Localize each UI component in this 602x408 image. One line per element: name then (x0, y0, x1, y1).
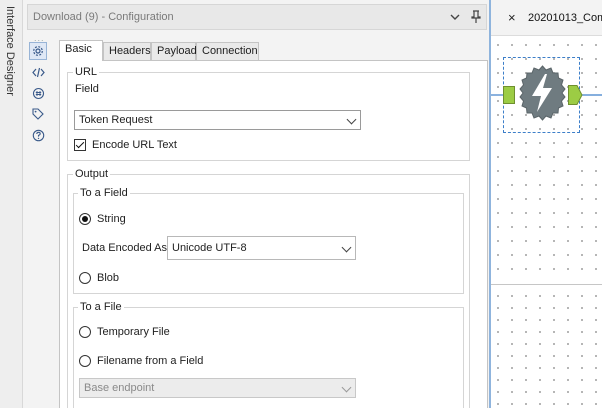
to-file-title: To a File (78, 301, 124, 313)
pin-icon[interactable] (467, 8, 485, 26)
tab-connection[interactable]: Connection (196, 42, 259, 60)
temporary-file-radio[interactable] (79, 326, 91, 338)
filename-field-select[interactable]: Base endpoint (79, 378, 356, 398)
to-file-group: To a File Temporary File Filename from a… (73, 301, 464, 408)
panel-title: Download (9) - Configuration (33, 11, 174, 23)
filename-from-field-label[interactable]: Filename from a Field (97, 355, 203, 367)
config-side-icons (29, 42, 49, 147)
tab-basic[interactable]: Basic (59, 40, 103, 61)
output-group: Output To a Field String Data Encoded As… (67, 168, 470, 408)
chevron-down-icon (341, 242, 352, 253)
output-group-title: Output (73, 168, 111, 180)
encoding-value: Unicode UTF-8 (172, 242, 247, 254)
chevron-down-icon (341, 382, 352, 393)
canvas-divider (491, 284, 602, 285)
temporary-file-label[interactable]: Temporary File (97, 326, 170, 338)
blob-radio[interactable] (79, 272, 91, 284)
lightning-bolt-icon[interactable] (514, 64, 571, 124)
tab-headers[interactable]: Headers (103, 42, 151, 60)
workflow-tab-name[interactable]: 20201013_Comm (528, 12, 602, 24)
output-anchor[interactable] (568, 85, 583, 105)
filename-from-field-radio[interactable] (79, 355, 91, 367)
gear-icon[interactable] (29, 42, 47, 60)
workflow-tab[interactable]: × 20201013_Comm (491, 0, 602, 36)
close-icon[interactable]: × (508, 10, 516, 25)
url-field-value: Token Request (79, 114, 153, 126)
chevron-down-icon[interactable] (446, 8, 464, 26)
workflow-canvas[interactable]: × 20201013_Comm (491, 0, 602, 408)
tag-icon[interactable] (29, 105, 47, 123)
to-field-group: To a Field String Data Encoded As Unicod… (73, 187, 464, 294)
string-label[interactable]: String (97, 213, 126, 225)
url-group-title: URL (73, 66, 100, 78)
url-group: URL Field Token Request Encode URL Text (67, 66, 470, 161)
filename-field-value: Base endpoint (84, 382, 155, 394)
to-field-title: To a Field (78, 187, 130, 199)
tab-payload[interactable]: Payload (151, 42, 197, 60)
panel-titlebar: Download (9) - Configuration (27, 4, 487, 30)
configuration-panel: Download (9) - Configuration ... Basic H… (23, 0, 489, 408)
code-icon[interactable] (29, 63, 47, 81)
string-radio[interactable] (79, 213, 91, 225)
hash-icon[interactable] (29, 84, 47, 102)
interface-designer-label[interactable]: Interface Designer (4, 6, 16, 96)
canvas-grid-bottom (491, 290, 602, 408)
basic-tab-content: URL Field Token Request Encode URL Text … (59, 60, 488, 408)
encode-url-checkbox[interactable] (74, 139, 86, 151)
encoding-select[interactable]: Unicode UTF-8 (167, 236, 356, 260)
field-label: Field (75, 83, 99, 95)
encoded-as-label: Data Encoded As (82, 242, 168, 254)
url-field-select[interactable]: Token Request (74, 110, 361, 130)
encode-url-label[interactable]: Encode URL Text (92, 139, 177, 151)
interface-designer-strip[interactable]: Interface Designer (0, 0, 23, 408)
help-icon[interactable] (29, 126, 47, 144)
blob-label[interactable]: Blob (97, 272, 119, 284)
chevron-down-icon (346, 114, 357, 125)
